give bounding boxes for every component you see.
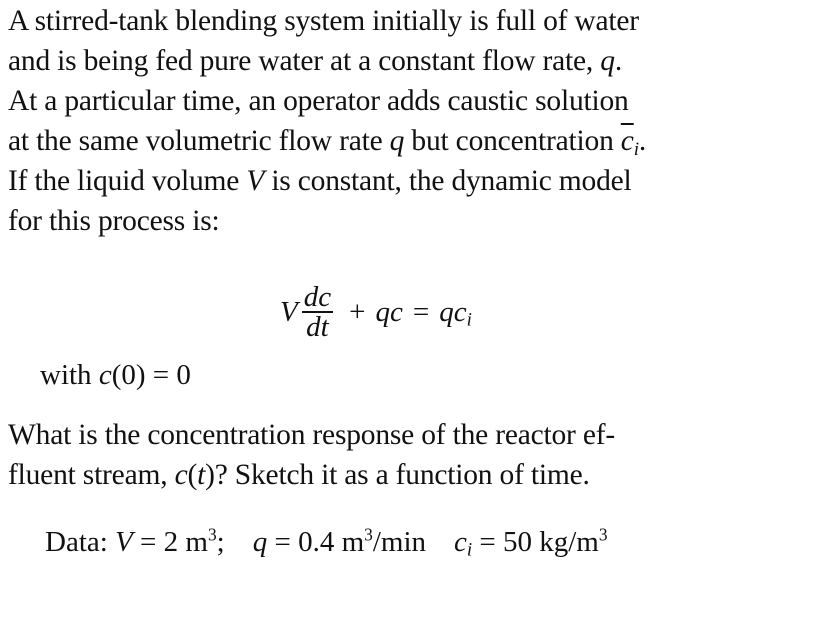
statement-line-4: at the same volumetric flow rate q but c… — [8, 125, 647, 160]
data-flow-rate: q = 0.4 m3/min — [252, 524, 427, 558]
equation-inflow-term: qci — [439, 295, 472, 331]
statement-line-3: At a particular time, an operator adds c… — [8, 85, 629, 117]
derivative-fraction: dc dt — [301, 281, 334, 343]
data-label: Data: — [45, 526, 116, 558]
data-volume: V = 2 m3; — [115, 524, 225, 558]
statement-line-2: and is being fed pure water at a constan… — [8, 45, 623, 77]
equation-outflow-term: qc — [375, 295, 403, 328]
statement-line-6: for this process is: — [8, 205, 220, 237]
flow-rate-symbol: q — [600, 45, 615, 77]
problem-statement: A stirred-tank blending system initially… — [8, 1, 828, 241]
question-line-1: What is the concentration response of th… — [8, 419, 615, 451]
given-data: Data: V = 2 m3; q = 0.4 m3/min ci = 50 kg/… — [45, 522, 608, 562]
volume-symbol: V — [246, 165, 265, 197]
derivative-denominator: dt — [306, 310, 329, 343]
question-text: What is the concentration response of th… — [8, 415, 828, 495]
initial-condition: with c(0) = 0 — [40, 359, 191, 391]
flow-rate-symbol: q — [389, 125, 405, 157]
statement-line-1: A stirred-tank blending system initially… — [8, 5, 639, 37]
data-inlet-concentration: ci = 50 kg/m3 — [454, 524, 608, 561]
dynamic-model-equation: V dc dt + qc = qci — [280, 282, 472, 342]
derivative-numerator: dc — [303, 281, 332, 314]
statement-line-5: If the liquid volume V is constant, the … — [8, 165, 632, 197]
question-line-2: fluent stream, c(t)? Sketch it as a func… — [8, 459, 590, 491]
plus-sign: + — [349, 295, 366, 328]
equals-sign: = — [412, 295, 430, 328]
inlet-concentration-symbol: c — [620, 125, 634, 157]
equation-volume: V — [280, 295, 298, 328]
